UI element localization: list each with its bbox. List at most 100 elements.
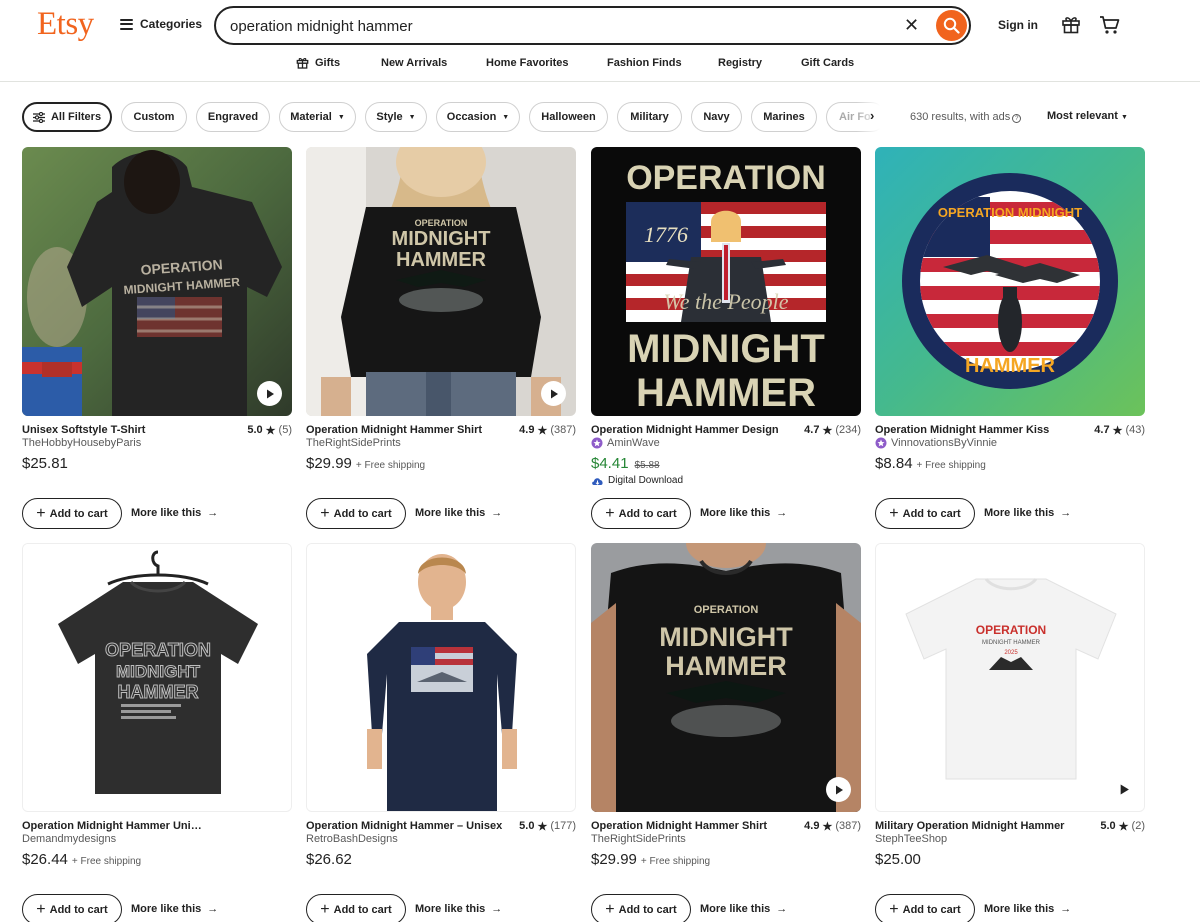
listing-title[interactable]: Military Operation Midnight Hammer	[875, 820, 1092, 832]
play-button[interactable]	[541, 381, 566, 406]
arrow-right-icon: →	[207, 507, 219, 519]
chip-material[interactable]: Material ▼	[279, 102, 356, 132]
shipping-label: + Free shipping	[355, 460, 426, 471]
shipping-label: + Free shipping	[640, 856, 711, 867]
chip-occasion-label: Occasion	[446, 111, 497, 123]
price-row: $29.99 + Free shipping	[591, 851, 710, 868]
price-row: $25.81	[22, 455, 68, 472]
listing-title[interactable]: Operation Midnight Hammer Design	[591, 424, 796, 436]
listing-image[interactable]: OPERATION MIDNIGHT HAMMER	[22, 147, 292, 416]
more-like-this-link[interactable]: More like this →	[415, 507, 502, 519]
star-seller-icon	[591, 437, 603, 449]
more-like-this-link[interactable]: More like this →	[984, 903, 1071, 915]
chip-navy[interactable]: Navy	[691, 102, 742, 132]
chip-marines[interactable]: Marines	[751, 102, 817, 132]
chip-engraved[interactable]: Engraved	[196, 102, 270, 132]
shop-name[interactable]: StephTeeShop	[875, 833, 947, 845]
listing-title[interactable]: Unisex Softstyle T-Shirt	[22, 424, 239, 436]
more-like-this-link[interactable]: More like this →	[131, 903, 218, 915]
add-to-cart-button[interactable]: + Add to cart	[875, 894, 975, 922]
question-icon[interactable]: ?	[1012, 114, 1022, 123]
more-like-this-link[interactable]: More like this →	[700, 903, 787, 915]
filter-fade-overlay	[856, 102, 896, 132]
cloud-download-icon	[592, 477, 603, 485]
listing-title-row: Operation Midnight Hammer – Unisex 5.0 ★(…	[306, 818, 576, 834]
chip-halloween[interactable]: Halloween	[529, 102, 608, 132]
more-like-this-link[interactable]: More like this →	[984, 507, 1071, 519]
menu-icon	[120, 18, 133, 30]
nav-home-favorites[interactable]: Home Favorites	[486, 57, 569, 69]
chip-material-label: Material	[290, 111, 332, 123]
listing-title[interactable]: Operation Midnight Hammer Kiss	[875, 424, 1086, 436]
add-to-cart-button[interactable]: + Add to cart	[306, 894, 406, 922]
sort-label: Most relevant	[1047, 110, 1118, 122]
more-like-this-link[interactable]: More like this →	[131, 507, 218, 519]
play-icon	[835, 785, 843, 794]
listing-image[interactable]: OPERATION MIDNIGHT HAMMER	[22, 543, 292, 812]
shop-name[interactable]: TheHobbyHousebyParis	[22, 437, 141, 449]
listing-image[interactable]: OPERATION MIDNIGHT HAMMER	[306, 147, 576, 416]
gift-icon[interactable]	[1061, 14, 1081, 34]
listing-image[interactable]: OPERATION MIDNIGHT HAMMER	[591, 543, 861, 812]
shop-name[interactable]: RetroBashDesigns	[306, 833, 398, 845]
listing-title[interactable]: Operation Midnight Hammer – Unisex	[306, 820, 511, 832]
add-to-cart-button[interactable]: + Add to cart	[22, 894, 122, 922]
listing-title[interactable]: Operation Midnight Hammer Shirt	[306, 424, 511, 436]
play-button[interactable]	[1119, 784, 1130, 795]
results-count: 630 results, with ads?	[910, 111, 1022, 123]
listing-image[interactable]: OPERATION MIDNIGHT HAMMER 2025	[875, 543, 1145, 812]
listing-card: OPERATION MIDNIGHT HAMMER Operation Midn…	[591, 543, 861, 922]
clear-icon[interactable]: ✕	[904, 15, 919, 36]
caret-down-icon: ▼	[1120, 114, 1128, 121]
listing-image[interactable]: OPERATION 1776 We the People MIDNIGHT HA…	[591, 147, 861, 416]
chip-custom[interactable]: Custom	[121, 102, 187, 132]
add-to-cart-button[interactable]: + Add to cart	[22, 498, 122, 529]
more-like-this-link[interactable]: More like this →	[415, 903, 502, 915]
shop-name[interactable]: Demandmydesigns	[22, 833, 116, 845]
listing-title-row: Operation Midnight Hammer Design 4.7 ★ (23…	[591, 422, 861, 438]
etsy-logo[interactable]: Etsy	[37, 6, 94, 43]
search-input[interactable]	[230, 15, 890, 37]
nav-gifts[interactable]: Gifts	[296, 56, 340, 69]
shop-name[interactable]: VinnovationsByVinnie	[875, 437, 997, 449]
shop-name[interactable]: TheRightSidePrints	[306, 437, 401, 449]
search-button[interactable]	[936, 10, 967, 41]
chip-occasion[interactable]: Occasion ▼	[436, 102, 520, 132]
add-to-cart-button[interactable]: + Add to cart	[306, 498, 406, 529]
listing-title[interactable]: Operation Midnight Hammer Shirt	[591, 820, 796, 832]
sign-in-link[interactable]: Sign in	[998, 18, 1038, 32]
search-bar: ✕	[214, 6, 971, 45]
chip-style[interactable]: Style ▼	[365, 102, 427, 132]
nav-fashion-finds[interactable]: Fashion Finds	[607, 57, 682, 69]
more-like-this-link[interactable]: More like this →	[700, 507, 787, 519]
cart-icon[interactable]	[1099, 14, 1121, 36]
listing-title[interactable]: Operation Midnight Hammer Unisex	[22, 820, 204, 832]
categories-button[interactable]: Categories	[120, 17, 202, 31]
shirt-text-hammer: HAMMER	[396, 249, 487, 271]
nav-registry[interactable]: Registry	[718, 57, 762, 69]
listing-image[interactable]	[306, 543, 576, 812]
shirt-text-operation: OPERATION	[105, 640, 211, 660]
play-button[interactable]	[257, 381, 282, 406]
listing-image[interactable]: OPERATION MIDNIGHT HAMMER	[875, 147, 1145, 416]
chevron-right-icon[interactable]: ›	[870, 108, 874, 123]
nav-new-arrivals[interactable]: New Arrivals	[381, 57, 447, 69]
more-like-this-label: More like this	[984, 903, 1055, 915]
play-button[interactable]	[826, 777, 851, 802]
sort-dropdown[interactable]: Most relevant ▼	[1047, 110, 1128, 122]
star-icon: ★	[822, 820, 833, 833]
chip-military[interactable]: Military	[617, 102, 682, 132]
shirt-text-hammer: HAMMER	[118, 682, 199, 702]
add-to-cart-button[interactable]: + Add to cart	[591, 498, 691, 529]
shop-name[interactable]: AminWave	[591, 437, 660, 449]
add-to-cart-button[interactable]: + Add to cart	[875, 498, 975, 529]
add-to-cart-button[interactable]: + Add to cart	[591, 894, 691, 922]
design-text-1776: 1776	[644, 222, 688, 247]
shop-name[interactable]: TheRightSidePrints	[591, 833, 686, 845]
all-filters-button[interactable]: All Filters	[22, 102, 112, 132]
shirt-text-midnight: MIDNIGHT	[659, 622, 793, 652]
shirt-text-2025: 2025	[1004, 650, 1018, 656]
more-like-this-label: More like this	[700, 507, 771, 519]
arrow-right-icon: →	[776, 507, 788, 519]
nav-gift-cards[interactable]: Gift Cards	[801, 57, 854, 69]
